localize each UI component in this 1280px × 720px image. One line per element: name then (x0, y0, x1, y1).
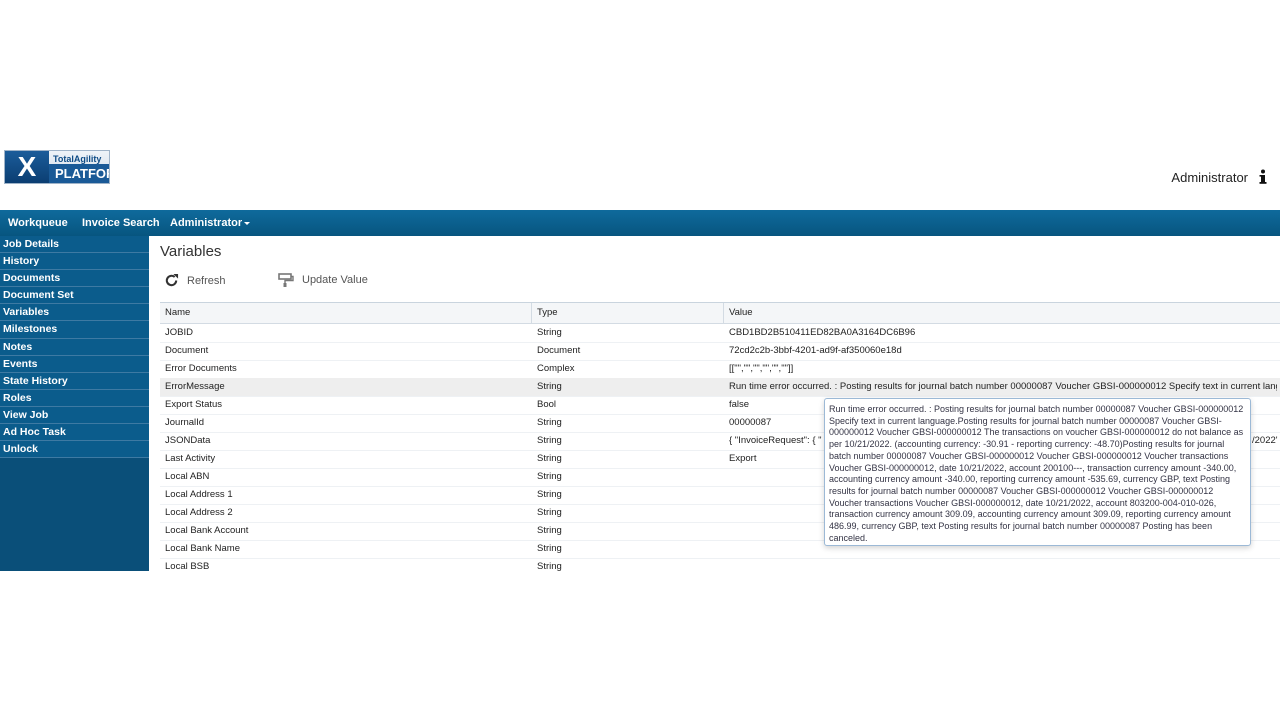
sidebar-item-events[interactable]: Events (0, 355, 149, 373)
info-icon[interactable] (1258, 169, 1268, 185)
cell-name: Export Status (165, 399, 223, 410)
cell-name: Local ABN (165, 471, 210, 482)
cell-type: String (537, 561, 562, 572)
cell-name: ErrorMessage (165, 381, 225, 392)
user-name[interactable]: Administrator (1171, 170, 1248, 185)
cell-value: 72cd2c2b-3bbf-4201-ad9f-af350060e18d (729, 345, 902, 356)
cell-type: Document (537, 345, 581, 356)
cell-type: String (537, 453, 562, 464)
cell-name: Last Activity (165, 453, 216, 464)
sidebar-item-state-history[interactable]: State History (0, 372, 149, 390)
cell-value-tail: /2022' (1252, 435, 1278, 446)
sidebar-item-documents[interactable]: Documents (0, 270, 149, 288)
table-row[interactable]: Error Documents Complex [["","","","","","… (160, 360, 1280, 379)
logo: X TotalAgility PLATFORM (4, 150, 110, 184)
sidebar-item-ad-hoc-task[interactable]: Ad Hoc Task (0, 424, 149, 442)
cell-value: Run time error occurred. : Posting resul… (729, 381, 1277, 392)
nav-invoice-search[interactable]: Invoice Search (82, 210, 160, 236)
table-row[interactable]: JOBID String CBD1BD2B510411ED82BA0A3164DC6… (160, 324, 1280, 343)
refresh-icon (165, 273, 179, 287)
sidebar: Job Details History Documents Document Set V… (0, 236, 149, 571)
cell-name: JournalId (165, 417, 205, 428)
sidebar-item-unlock[interactable]: Unlock (0, 441, 149, 459)
column-header-value[interactable]: Value (729, 303, 1277, 323)
column-header-type[interactable]: Type (537, 303, 717, 323)
refresh-label: Refresh (187, 274, 226, 287)
cell-name: JSONData (165, 435, 211, 446)
update-value-label: Update Value (302, 274, 368, 286)
sidebar-item-view-job[interactable]: View Job (0, 406, 149, 425)
cell-type: Complex (537, 363, 575, 374)
column-divider (531, 303, 532, 323)
logo-text-platform: PLATFORM (49, 164, 109, 183)
cell-type: String (537, 471, 562, 482)
cell-name: JOBID (165, 327, 193, 338)
table-row[interactable]: Document Document 72cd2c2b-3bbf-4201-ad9f-… (160, 342, 1280, 361)
nav-workqueue[interactable]: Workqueue (8, 210, 68, 236)
cell-type: Bool (537, 399, 557, 410)
cell-value: CBD1BD2B510411ED82BA0A3164DC6B96 (729, 327, 916, 338)
cell-name: Local Bank Account (165, 525, 249, 536)
cell-type: String (537, 489, 562, 500)
error-message-tooltip: Run time error occurred. : Posting resul… (824, 398, 1251, 546)
update-value-button[interactable]: Update Value (278, 273, 368, 287)
table-header-row: Name Type Value (160, 303, 1280, 324)
cell-type: String (537, 543, 562, 554)
sidebar-item-history[interactable]: History (0, 253, 149, 271)
logo-mark: X (5, 151, 49, 183)
paint-roller-icon (278, 273, 294, 287)
cell-name: Document (165, 345, 209, 356)
user-area: Administrator (1171, 169, 1268, 185)
refresh-button[interactable]: Refresh (164, 273, 226, 288)
cell-type: String (537, 435, 562, 446)
sidebar-item-notes[interactable]: Notes (0, 338, 149, 356)
cell-type: String (537, 381, 562, 392)
cell-type: String (537, 417, 562, 428)
cell-name: Local Address 2 (165, 507, 233, 518)
table-row[interactable]: ErrorMessage String Run time error occurre… (160, 378, 1280, 397)
cell-name: Error Documents (165, 363, 237, 374)
cell-type: String (537, 507, 562, 518)
chevron-down-icon (244, 221, 251, 225)
sidebar-item-job-details[interactable]: Job Details (0, 236, 149, 254)
cell-value: [["","","","","",""]] (729, 363, 794, 374)
sidebar-item-variables[interactable]: Variables (0, 304, 149, 322)
logo-text-totalagility: TotalAgility (53, 154, 102, 164)
sidebar-item-document-set[interactable]: Document Set (0, 287, 149, 305)
table-row[interactable]: Local BSB String (160, 558, 1280, 572)
nav-administrator[interactable]: Administrator (170, 210, 251, 236)
cell-type: String (537, 525, 562, 536)
nav-administrator-label: Administrator (170, 217, 243, 229)
top-nav: Workqueue Invoice Search Administrator (0, 210, 1280, 236)
cell-name: Local BSB (165, 561, 210, 572)
page-title: Variables (160, 243, 222, 260)
sidebar-item-milestones[interactable]: Milestones (0, 321, 149, 339)
column-header-name[interactable]: Name (165, 303, 525, 323)
cell-type: String (537, 327, 562, 338)
cell-name: Local Address 1 (165, 489, 233, 500)
column-divider (723, 303, 724, 323)
sidebar-item-roles[interactable]: Roles (0, 389, 149, 407)
cell-name: Local Bank Name (165, 543, 240, 554)
